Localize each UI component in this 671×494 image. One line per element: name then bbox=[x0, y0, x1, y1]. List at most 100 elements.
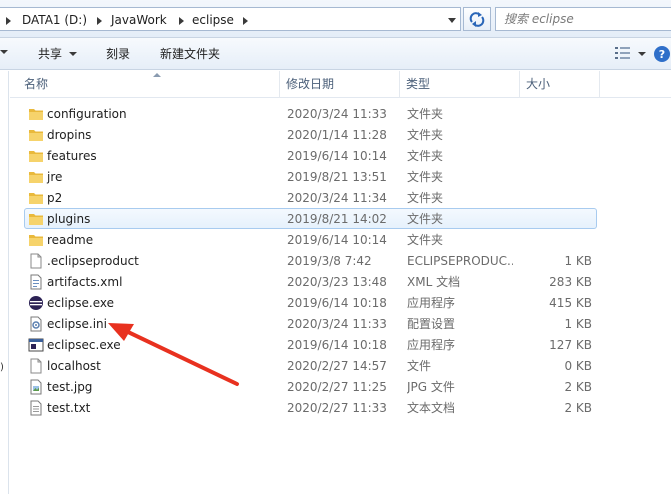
organize-dropdown-caret[interactable] bbox=[0, 50, 8, 54]
breadcrumb-javawork[interactable]: JavaWork bbox=[111, 12, 167, 28]
nav-item-fragment[interactable]: ) bbox=[0, 362, 4, 373]
file-size: 2 KB bbox=[564, 380, 592, 394]
file-row[interactable]: p2 2020/3/24 11:34 文件夹 bbox=[24, 187, 597, 208]
file-modified-date: 2019/6/14 10:18 bbox=[287, 296, 387, 310]
file-type: 文件夹 bbox=[407, 170, 444, 184]
address-row: DATA1 (D:) JavaWork eclipse bbox=[0, 0, 671, 38]
file-type: 文本文档 bbox=[407, 401, 456, 415]
file-modified-date: 2019/6/14 10:18 bbox=[287, 338, 387, 352]
file-row[interactable]: .eclipseproduct 2019/3/8 7:42 ECLIPSEPRODU… bbox=[24, 250, 597, 271]
file-row[interactable]: localhost 2020/2/27 14:57 文件 0 KB bbox=[24, 355, 597, 376]
address-history-dropdown[interactable] bbox=[444, 11, 460, 27]
file-modified-date: 2020/3/23 13:48 bbox=[287, 275, 387, 289]
column-header-date[interactable]: 修改日期 bbox=[280, 71, 400, 98]
file-row[interactable]: test.jpg 2020/2/27 11:25 JPG 文件 2 KB bbox=[24, 376, 597, 397]
file-row[interactable]: jre 2019/8/21 13:51 文件夹 bbox=[24, 166, 597, 187]
image-file-icon bbox=[28, 379, 44, 395]
breadcrumb-separator-arrow[interactable] bbox=[97, 17, 102, 25]
file-type: 文件夹 bbox=[407, 149, 444, 163]
file-modified-date: 2020/3/24 11:33 bbox=[287, 107, 387, 121]
file-name: features bbox=[47, 149, 97, 163]
column-header-name[interactable]: 名称 bbox=[18, 71, 280, 98]
breadcrumb-root-arrow[interactable] bbox=[6, 17, 11, 25]
file-type: 文件夹 bbox=[407, 233, 444, 247]
file-size: 1 KB bbox=[564, 317, 592, 331]
file-name: configuration bbox=[47, 107, 127, 121]
file-modified-date: 2019/6/14 10:14 bbox=[287, 233, 387, 247]
file-row[interactable]: readme 2019/6/14 10:14 文件夹 bbox=[24, 229, 597, 250]
address-bar[interactable]: DATA1 (D:) JavaWork eclipse bbox=[0, 7, 461, 31]
help-button[interactable]: ? bbox=[652, 44, 671, 63]
file-name: dropins bbox=[47, 128, 92, 142]
file-type: 应用程序 bbox=[407, 338, 456, 352]
view-dropdown-caret[interactable] bbox=[638, 52, 646, 56]
file-row[interactable]: eclipsec.exe 2019/6/14 10:18 应用程序 127 KB bbox=[24, 334, 597, 355]
file-size: 2 KB bbox=[564, 401, 592, 415]
console-exe-icon bbox=[28, 337, 44, 353]
blank-file-icon bbox=[28, 358, 44, 374]
file-modified-date: 2020/2/27 11:25 bbox=[287, 380, 387, 394]
new-folder-button[interactable]: 新建文件夹 bbox=[160, 46, 220, 62]
file-row[interactable]: artifacts.xml 2020/3/23 13:48 XML 文档 283 KB bbox=[24, 271, 597, 292]
file-row[interactable]: eclipse.exe 2019/6/14 10:18 应用程序 415 KB bbox=[24, 292, 597, 313]
breadcrumb-separator-arrow[interactable] bbox=[179, 17, 184, 25]
folder-icon bbox=[28, 190, 44, 206]
config-file-icon bbox=[28, 316, 44, 332]
breadcrumb-separator-arrow[interactable] bbox=[243, 17, 248, 25]
file-name: artifacts.xml bbox=[47, 275, 123, 289]
file-modified-date: 2019/8/21 14:02 bbox=[287, 212, 387, 226]
file-modified-date: 2019/6/14 10:14 bbox=[287, 149, 387, 163]
file-row[interactable]: configuration 2020/3/24 11:33 文件夹 bbox=[24, 103, 597, 124]
file-modified-date: 2020/2/27 14:57 bbox=[287, 359, 387, 373]
share-dropdown-caret[interactable] bbox=[69, 52, 77, 56]
column-header-size[interactable]: 大小 bbox=[520, 71, 600, 98]
file-type: JPG 文件 bbox=[407, 380, 455, 394]
burn-button[interactable]: 刻录 bbox=[106, 46, 130, 62]
folder-icon bbox=[28, 232, 44, 248]
folder-icon bbox=[28, 106, 44, 122]
file-row[interactable]: test.txt 2020/2/27 11:33 文本文档 2 KB bbox=[24, 397, 597, 418]
file-size: 1 KB bbox=[564, 254, 592, 268]
navigation-pane[interactable]: ) bbox=[0, 71, 9, 494]
file-name: jre bbox=[47, 170, 63, 184]
file-name: localhost bbox=[47, 359, 101, 373]
xml-file-icon bbox=[28, 274, 44, 290]
file-type: 配置设置 bbox=[407, 317, 456, 331]
file-row[interactable]: dropins 2020/1/14 11:28 文件夹 bbox=[24, 124, 597, 145]
search-input[interactable] bbox=[504, 11, 664, 27]
refresh-button[interactable] bbox=[463, 7, 491, 31]
file-type: 文件夹 bbox=[407, 128, 444, 142]
file-name: p2 bbox=[47, 191, 63, 205]
file-modified-date: 2019/8/21 13:51 bbox=[287, 170, 387, 184]
file-size: 0 KB bbox=[564, 359, 592, 373]
file-row[interactable]: features 2019/6/14 10:14 文件夹 bbox=[24, 145, 597, 166]
breadcrumb-eclipse[interactable]: eclipse bbox=[192, 12, 234, 28]
eclipse-icon bbox=[28, 295, 44, 311]
file-name: eclipse.exe bbox=[47, 296, 115, 310]
file-size: 283 KB bbox=[549, 275, 592, 289]
share-button[interactable]: 共享 bbox=[38, 46, 62, 62]
view-list-icon bbox=[615, 47, 630, 59]
file-size: 127 KB bbox=[549, 338, 592, 352]
search-box[interactable] bbox=[495, 7, 671, 31]
file-name: test.jpg bbox=[47, 380, 93, 394]
column-header-type[interactable]: 类型 bbox=[400, 71, 520, 98]
file-type: 文件夹 bbox=[407, 212, 444, 226]
folder-icon bbox=[28, 148, 44, 164]
file-name: eclipsec.exe bbox=[47, 338, 121, 352]
svg-text:?: ? bbox=[659, 48, 665, 61]
file-row[interactable]: eclipse.ini 2020/3/24 11:33 配置设置 1 KB bbox=[24, 313, 597, 334]
folder-icon bbox=[28, 127, 44, 143]
file-row[interactable]: plugins 2019/8/21 14:02 文件夹 bbox=[24, 208, 597, 229]
file-type: XML 文档 bbox=[407, 275, 461, 289]
file-type: 文件夹 bbox=[407, 191, 444, 205]
file-modified-date: 2019/3/8 7:42 bbox=[287, 254, 372, 268]
breadcrumb-drive[interactable]: DATA1 (D:) bbox=[22, 12, 87, 28]
text-file-icon bbox=[28, 400, 44, 416]
file-name: test.txt bbox=[47, 401, 91, 415]
blank-file-icon bbox=[28, 253, 44, 269]
file-name: .eclipseproduct bbox=[47, 254, 139, 268]
change-view-button[interactable] bbox=[614, 46, 632, 60]
file-size: 415 KB bbox=[549, 296, 592, 310]
file-modified-date: 2020/2/27 11:33 bbox=[287, 401, 387, 415]
